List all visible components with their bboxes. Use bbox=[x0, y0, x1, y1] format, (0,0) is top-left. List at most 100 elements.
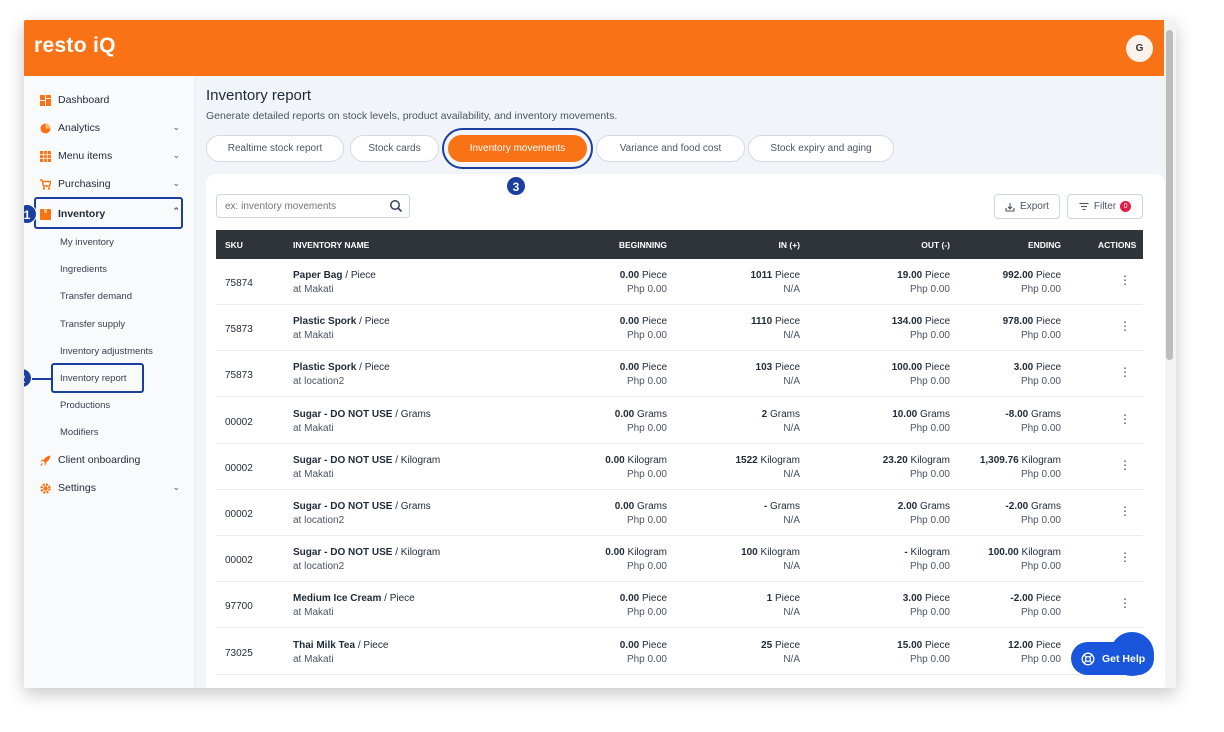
item-name[interactable]: Sugar - DO NOT USE bbox=[293, 409, 392, 420]
ending-qty: -2.00 bbox=[1010, 593, 1034, 605]
in-unit: Grams bbox=[770, 408, 800, 420]
item-name[interactable]: Plastic Spork bbox=[293, 316, 356, 327]
out-unit: Piece bbox=[924, 362, 950, 374]
tab-stock-expiry-and-aging[interactable]: Stock expiry and aging bbox=[748, 135, 894, 162]
sidebar-item-dashboard[interactable]: Dashboard bbox=[40, 90, 180, 110]
sku-cell: 73025 bbox=[225, 647, 253, 659]
sidebar-item-purchasing[interactable]: Purchasing ⌄ bbox=[40, 174, 180, 194]
in-qty: 1 bbox=[766, 593, 773, 605]
tab-stock-cards[interactable]: Stock cards bbox=[350, 135, 439, 162]
row-actions-kebab-icon[interactable]: ⋮ bbox=[1119, 505, 1131, 518]
item-name[interactable]: Sugar - DO NOT USE bbox=[293, 455, 392, 466]
ending-unit: Kilogram bbox=[1021, 547, 1061, 559]
annotation-highlight-inventory bbox=[34, 197, 183, 229]
sidebar-subitem-ingredients[interactable]: Ingredients bbox=[60, 264, 107, 275]
table-row[interactable]: 00002 Sugar - DO NOT USE / Kilogram at Mak… bbox=[216, 444, 1143, 490]
row-actions-kebab-icon[interactable]: ⋮ bbox=[1119, 551, 1131, 564]
out-amount: Php 0.00 bbox=[909, 422, 950, 434]
chevron-down-icon: ⌄ bbox=[172, 122, 180, 132]
app-window: resto iQ G Dashboard Analytics ⌄ Menu it… bbox=[24, 20, 1176, 688]
sidebar-item-settings[interactable]: Settings ⌄ bbox=[40, 478, 180, 498]
tab-variance-and-food-cost[interactable]: Variance and food cost bbox=[596, 135, 745, 162]
item-location: at location2 bbox=[293, 561, 345, 573]
app-logo[interactable]: resto iQ bbox=[34, 34, 116, 58]
in-unit: Kilogram bbox=[760, 547, 800, 559]
sku-cell: 75873 bbox=[225, 324, 253, 336]
table-row[interactable]: 00002 Sugar - DO NOT USE / Grams at locati… bbox=[216, 490, 1143, 536]
out-qty: 134.00 bbox=[891, 316, 923, 328]
row-actions-kebab-icon[interactable]: ⋮ bbox=[1119, 597, 1131, 610]
table-row[interactable]: 75873 Plastic Spork / Piece at location2 0.… bbox=[216, 351, 1143, 398]
row-actions-kebab-icon[interactable]: ⋮ bbox=[1119, 320, 1131, 333]
sidebar-subitem-transfer-supply[interactable]: Transfer supply bbox=[60, 319, 125, 330]
item-location: at Makati bbox=[293, 607, 334, 619]
item-name[interactable]: Sugar - DO NOT USE bbox=[293, 501, 392, 512]
item-name[interactable]: Sugar - DO NOT USE bbox=[293, 547, 392, 558]
column-header-inventory-name[interactable]: INVENTORY NAME bbox=[293, 240, 369, 250]
item-unit: Grams bbox=[400, 501, 431, 512]
item-name[interactable]: Medium Ice Cream bbox=[293, 593, 381, 604]
beginning-qty: 0.00 bbox=[614, 408, 635, 420]
ending-amount: Php 0.00 bbox=[1020, 468, 1061, 480]
filter-label: Filter bbox=[1093, 201, 1117, 212]
beginning-amount: Php 0.00 bbox=[626, 607, 667, 619]
ending-unit: Grams bbox=[1031, 501, 1061, 512]
column-header-sku[interactable]: SKU bbox=[225, 240, 243, 250]
sidebar-subitem-transfer-demand[interactable]: Transfer demand bbox=[60, 291, 132, 302]
column-header-ending[interactable]: ENDING bbox=[1028, 240, 1061, 250]
scrollbar-thumb[interactable] bbox=[1166, 30, 1173, 360]
in-amount: N/A bbox=[783, 607, 800, 619]
item-location: at Makati bbox=[293, 468, 334, 480]
item-unit: Piece bbox=[350, 270, 376, 281]
export-button[interactable]: Export bbox=[994, 194, 1060, 219]
sidebar-subitem-modifiers[interactable]: Modifiers bbox=[60, 427, 99, 438]
page-scrollbar[interactable] bbox=[1164, 20, 1176, 688]
column-header-beginning[interactable]: BEGINNING bbox=[619, 240, 667, 250]
sidebar-subitem-productions[interactable]: Productions bbox=[60, 400, 110, 411]
user-avatar[interactable]: G bbox=[1126, 35, 1153, 62]
search-input[interactable] bbox=[225, 199, 385, 214]
table-row[interactable]: 00002 Sugar - DO NOT USE / Kilogram at loc… bbox=[216, 536, 1143, 583]
get-help-button[interactable]: Get Help bbox=[1071, 642, 1154, 675]
sidebar-subitem-my-inventory[interactable]: My inventory bbox=[60, 237, 114, 248]
ending-unit: Piece bbox=[1035, 362, 1061, 374]
in-qty: 1522 bbox=[735, 454, 758, 466]
table-row[interactable]: 00002 Sugar - DO NOT USE / Grams at Makati… bbox=[216, 398, 1143, 444]
sidebar-item-label: Dashboard bbox=[58, 94, 110, 106]
table-row[interactable]: 73025 Thai Milk Tea / Piece at Makati 0.00 … bbox=[216, 629, 1143, 675]
table-row[interactable]: 75873 Plastic Spork / Piece at Makati 0.00 … bbox=[216, 305, 1143, 352]
item-name[interactable]: Paper Bag bbox=[293, 270, 342, 281]
sidebar-subitem-inventory-adjustments[interactable]: Inventory adjustments bbox=[60, 346, 153, 357]
sidebar-item-menu-items[interactable]: Menu items ⌄ bbox=[40, 146, 180, 166]
tab-realtime-stock-report[interactable]: Realtime stock report bbox=[206, 135, 344, 162]
sidebar-item-analytics[interactable]: Analytics ⌄ bbox=[40, 118, 180, 138]
beginning-unit: Piece bbox=[641, 270, 667, 281]
out-amount: Php 0.00 bbox=[909, 468, 950, 480]
out-unit: Grams bbox=[920, 408, 950, 420]
row-actions-kebab-icon[interactable]: ⋮ bbox=[1119, 413, 1131, 426]
filter-button[interactable]: Filter 0 bbox=[1067, 194, 1143, 219]
beginning-unit: Grams bbox=[637, 408, 667, 420]
table-row[interactable]: 97700 Medium Ice Cream / Piece at Makati 0.… bbox=[216, 582, 1143, 629]
ending-unit: Piece bbox=[1035, 593, 1061, 605]
row-actions-kebab-icon[interactable]: ⋮ bbox=[1119, 274, 1131, 287]
sidebar-item-client-onboarding[interactable]: Client onboarding bbox=[40, 450, 180, 470]
column-header-out[interactable]: OUT (-) bbox=[921, 240, 950, 250]
search-icon[interactable] bbox=[389, 199, 403, 213]
beginning-unit: Piece bbox=[641, 639, 667, 651]
in-unit: Piece bbox=[774, 593, 800, 605]
chevron-down-icon: ⌄ bbox=[172, 178, 180, 188]
item-name[interactable]: Plastic Spork bbox=[293, 362, 356, 373]
row-actions-kebab-icon[interactable]: ⋮ bbox=[1119, 366, 1131, 379]
in-amount: N/A bbox=[783, 561, 800, 573]
column-header-in[interactable]: IN (+) bbox=[779, 240, 801, 250]
row-actions-kebab-icon[interactable]: ⋮ bbox=[1119, 459, 1131, 472]
dashboard-icon bbox=[40, 94, 51, 106]
out-qty: 100.00 bbox=[891, 362, 923, 374]
filter-count-badge: 0 bbox=[1120, 201, 1132, 212]
table-row[interactable]: 75874 Paper Bag / Piece at Makati 0.00 Piec… bbox=[216, 259, 1143, 305]
ending-amount: Php 0.00 bbox=[1020, 284, 1061, 295]
search-box[interactable] bbox=[216, 194, 410, 218]
out-unit: Kilogram bbox=[910, 547, 950, 559]
item-name[interactable]: Thai Milk Tea bbox=[293, 640, 355, 651]
